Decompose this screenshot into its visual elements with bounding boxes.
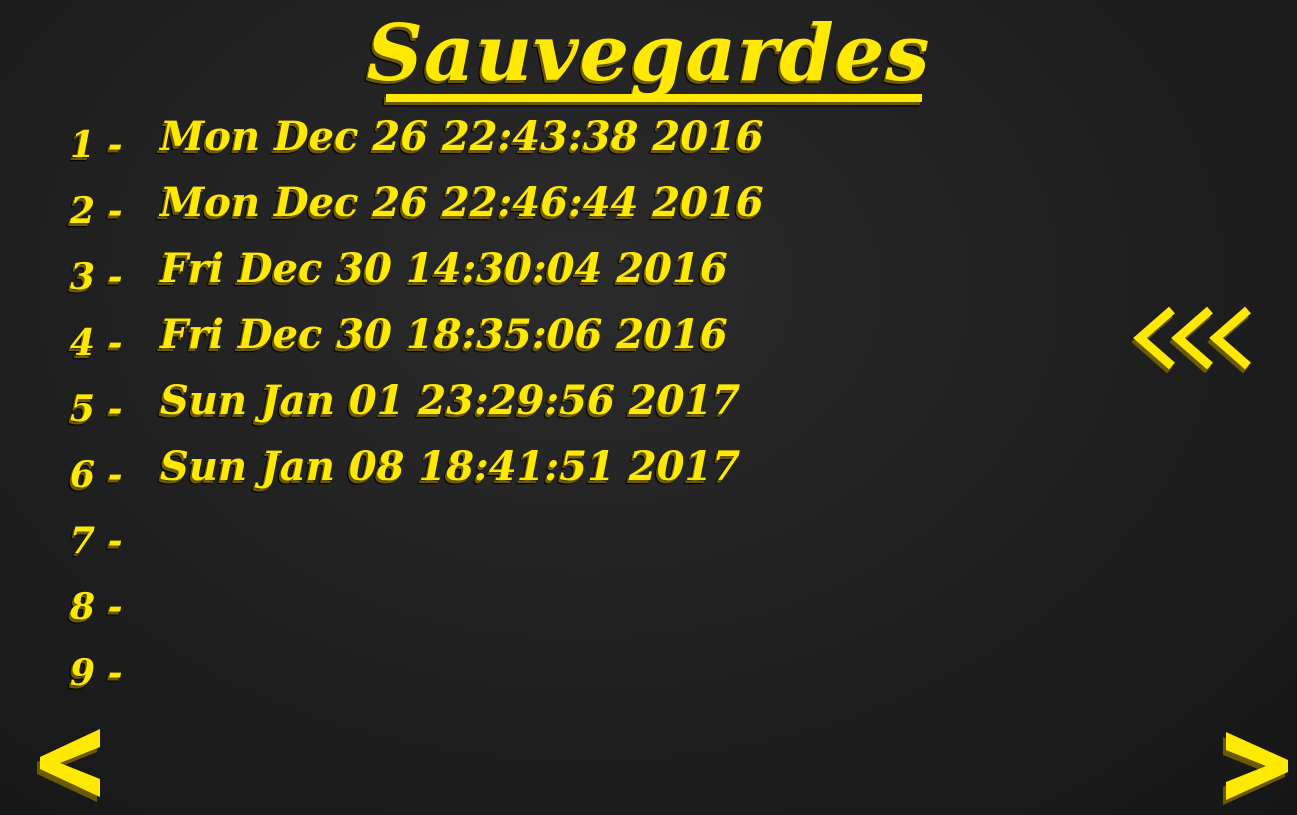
save-list: 1 - Mon Dec 26 22:43:38 2016 2 - Mon Dec…: [70, 110, 870, 704]
slot-number: 5 -: [70, 388, 123, 430]
save-slot-8[interactable]: 8 -: [70, 572, 870, 638]
page-title: Sauvegardes: [366, 8, 931, 99]
save-slot-5[interactable]: 5 - Sun Jan 01 23:29:56 2017: [70, 374, 870, 440]
back-button[interactable]: [1130, 302, 1255, 374]
save-slot-7[interactable]: 7 -: [70, 506, 870, 572]
chevron-left-icon: [37, 729, 100, 802]
slot-date: Mon Dec 26 22:43:38 2016: [160, 113, 764, 160]
save-slot-9[interactable]: 9 -: [70, 638, 870, 704]
slot-date: Fri Dec 30 14:30:04 2016: [160, 245, 728, 292]
slot-number: 9 -: [70, 652, 123, 694]
slot-number: 3 -: [70, 256, 123, 298]
save-slot-4[interactable]: 4 - Fri Dec 30 18:35:06 2016: [70, 308, 870, 374]
save-slot-1[interactable]: 1 - Mon Dec 26 22:43:38 2016: [70, 110, 870, 176]
title-underline: [386, 94, 922, 102]
slot-number: 7 -: [70, 520, 123, 562]
previous-page-button[interactable]: [34, 725, 110, 805]
slot-number: 4 -: [70, 322, 123, 364]
slot-date: Fri Dec 30 18:35:06 2016: [160, 311, 728, 358]
save-slot-3[interactable]: 3 - Fri Dec 30 14:30:04 2016: [70, 242, 870, 308]
slot-date: Mon Dec 26 22:46:44 2016: [160, 179, 764, 226]
slot-number: 6 -: [70, 454, 123, 496]
triple-chevron-left-icon: [1131, 306, 1251, 374]
chevron-right-icon: [1223, 732, 1288, 805]
slot-date: Sun Jan 01 23:29:56 2017: [160, 377, 741, 424]
save-slot-2[interactable]: 2 - Mon Dec 26 22:46:44 2016: [70, 176, 870, 242]
slot-number: 1 -: [70, 124, 123, 166]
slot-number: 2 -: [70, 190, 123, 232]
next-page-button[interactable]: [1218, 728, 1294, 808]
save-slot-6[interactable]: 6 - Sun Jan 08 18:41:51 2017: [70, 440, 870, 506]
slot-date: Sun Jan 08 18:41:51 2017: [160, 443, 741, 490]
slot-number: 8 -: [70, 586, 123, 628]
